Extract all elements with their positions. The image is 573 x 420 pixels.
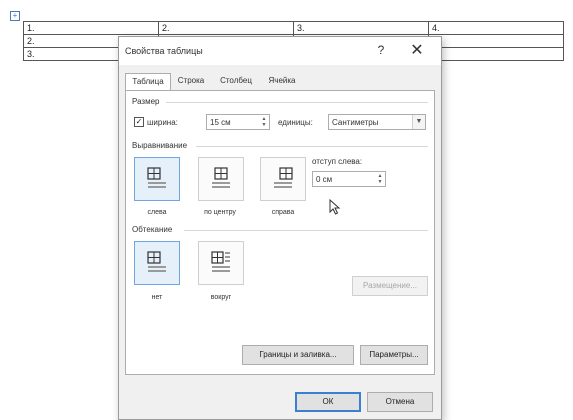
table-cell[interactable]: 2.: [158, 21, 294, 35]
align-center-table-icon: [212, 167, 230, 188]
ok-button[interactable]: ОК: [295, 392, 361, 412]
dialog-titlebar[interactable]: Свойства таблицы ? ✕: [119, 37, 441, 65]
indent-left-spinner[interactable]: 0 см ▲ ▼: [312, 171, 386, 187]
wrap-around-button[interactable]: [198, 241, 244, 285]
spinner-arrows-icon[interactable]: ▲ ▼: [376, 173, 384, 185]
indent-left-value: 0 см: [316, 175, 333, 184]
align-right-button[interactable]: [260, 157, 306, 201]
units-value: Сантиметры: [332, 118, 379, 127]
divider: [184, 230, 428, 231]
help-button[interactable]: ?: [374, 43, 388, 57]
wrapping-group-label: Обтекание: [132, 225, 173, 234]
alignment-group-label: Выравнивание: [132, 141, 188, 150]
chevron-down-icon[interactable]: ▼: [412, 115, 425, 129]
width-checkbox[interactable]: ✓: [134, 117, 144, 127]
positioning-button[interactable]: Размещение...: [352, 276, 428, 296]
table-cell[interactable]: [428, 34, 564, 48]
divider: [196, 146, 428, 147]
options-button[interactable]: Параметры...: [360, 345, 428, 365]
width-spinner[interactable]: 15 см ▲ ▼: [206, 114, 270, 130]
wrap-none-button[interactable]: [134, 241, 180, 285]
mouse-cursor-icon: [329, 199, 341, 215]
size-group-label: Размер: [132, 97, 160, 106]
width-label: ширина:: [147, 118, 178, 127]
tab-row[interactable]: Строка: [171, 73, 211, 89]
tab-column[interactable]: Столбец: [213, 73, 259, 89]
wrap-none-caption: нет: [151, 294, 163, 301]
table-cell[interactable]: [428, 47, 564, 61]
units-label: единицы:: [278, 118, 313, 127]
align-left-table-icon: [147, 167, 166, 188]
align-center-caption: по центру: [204, 209, 236, 216]
width-value: 15 см: [210, 118, 231, 127]
borders-and-shading-button[interactable]: Границы и заливка...: [242, 345, 354, 365]
spinner-arrows-icon[interactable]: ▲ ▼: [260, 116, 268, 128]
align-left-caption: слева: [147, 209, 167, 216]
wrap-around-caption: вокруг: [210, 294, 232, 301]
wrap-around-table-icon: [211, 251, 230, 272]
cancel-button[interactable]: Отмена: [367, 392, 433, 412]
indent-left-label: отступ слева:: [312, 157, 363, 166]
table-row: 1. 2. 3. 4.: [23, 21, 564, 35]
units-select[interactable]: Сантиметры ▼: [328, 114, 426, 130]
table-tab-panel: Размер ✓ ширина: 15 см ▲ ▼ единицы: Санти…: [125, 90, 435, 375]
close-button[interactable]: ✕: [409, 40, 425, 60]
dialog-title: Свойства таблицы: [125, 46, 203, 56]
tab-cell[interactable]: Ячейка: [261, 73, 303, 89]
align-left-button[interactable]: [134, 157, 180, 201]
wrap-none-table-icon: [147, 251, 166, 272]
align-right-caption: справа: [271, 209, 295, 216]
table-cell[interactable]: 3.: [293, 21, 429, 35]
table-cell[interactable]: 4.: [428, 21, 564, 35]
table-cell[interactable]: 1.: [23, 21, 159, 35]
table-move-handle[interactable]: +: [10, 11, 20, 21]
table-properties-dialog: Свойства таблицы ? ✕ Таблица Строка Стол…: [118, 36, 442, 420]
tab-table[interactable]: Таблица: [125, 73, 171, 91]
align-center-button[interactable]: [198, 157, 244, 201]
align-right-table-icon: [274, 167, 293, 188]
divider: [166, 102, 428, 103]
